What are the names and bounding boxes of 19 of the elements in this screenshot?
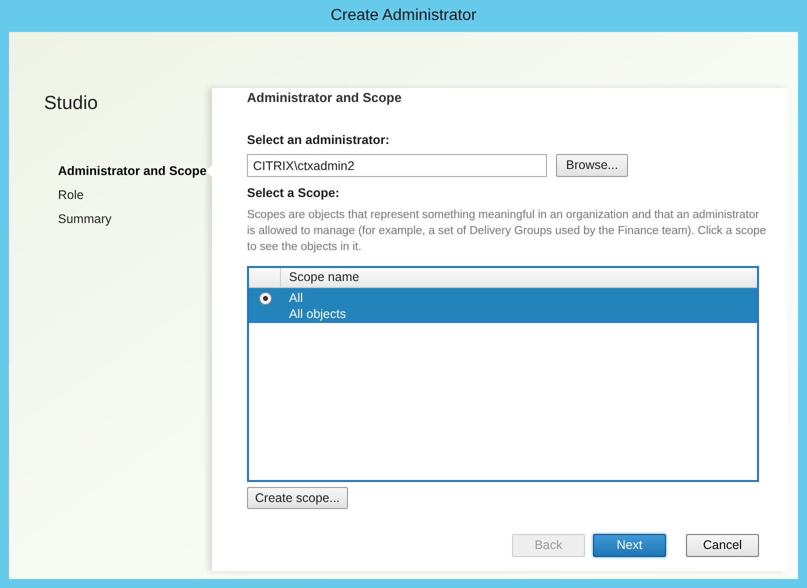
scope-row[interactable]: All All objects — [249, 288, 757, 323]
wizard-step[interactable]: Summary — [58, 210, 112, 228]
scope-description: Scopes are objects that represent something meaningful in an organization and that an administrator is allowed to manage (for example, a set of Delivery Groups used by the Finance team). Click a scope to see the objects in it. — [247, 208, 767, 255]
radio-button[interactable] — [258, 292, 272, 305]
window-title: Create Administrator — [330, 6, 478, 26]
studio-title: Studio — [44, 92, 99, 116]
scope-name: All — [289, 290, 304, 306]
browse-button[interactable]: Browse... — [556, 154, 628, 178]
wizard-step[interactable]: Role — [58, 186, 84, 204]
create-scope-button[interactable]: Create scope... — [247, 487, 348, 509]
field-label: Select an administrator: — [247, 132, 390, 148]
column-header: Scope name — [288, 269, 360, 286]
section-label: Select a Scope: — [247, 185, 340, 202]
administrator-input[interactable]: CITRIX\ctxadmin2 — [247, 154, 547, 178]
scope-details: All objects — [289, 306, 346, 322]
page-heading: Administrator and Scope — [247, 89, 403, 107]
wizard-step[interactable]: Administrator and Scope — [58, 162, 207, 180]
wizard-button[interactable]: Next — [593, 534, 666, 557]
wizard-button[interactable]: Cancel — [686, 534, 759, 557]
